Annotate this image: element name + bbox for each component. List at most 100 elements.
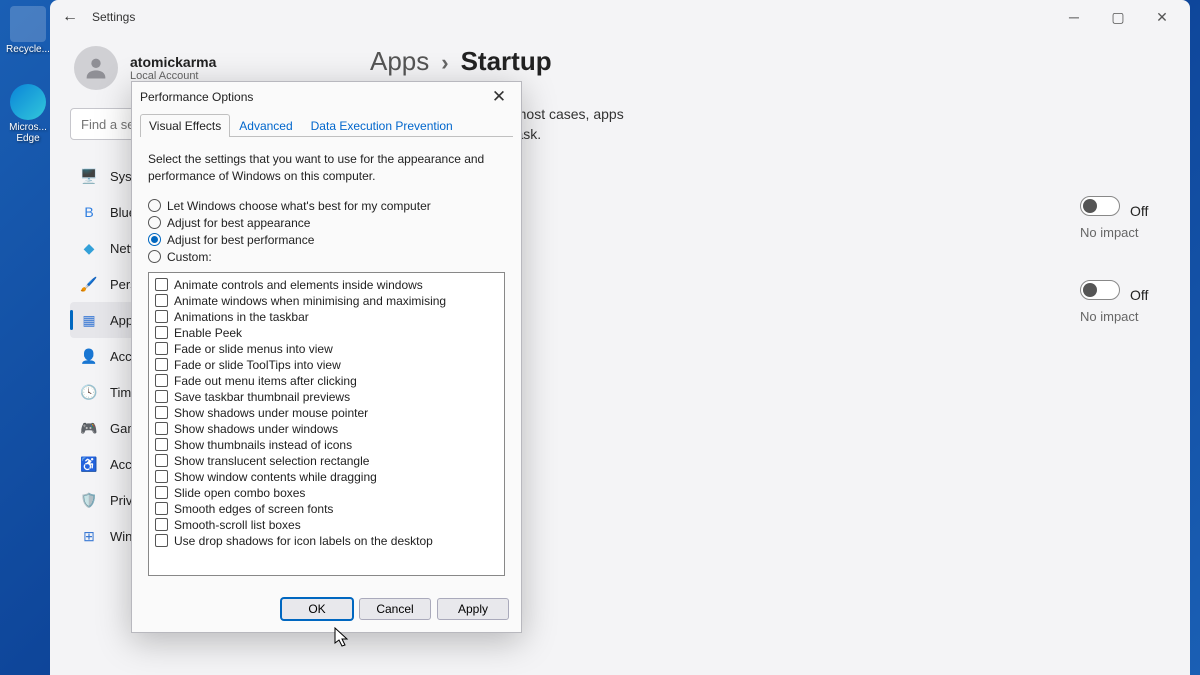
startup-impact: No impact [1080, 225, 1170, 240]
checkbox-icon [155, 454, 168, 467]
cancel-button[interactable]: Cancel [359, 598, 431, 620]
radio-option[interactable]: Let Windows choose what's best for my co… [148, 199, 505, 213]
checkbox-option[interactable]: Fade out menu items after clicking [155, 373, 498, 389]
startup-toggle[interactable] [1080, 196, 1120, 216]
tab-data-execution-prevention[interactable]: Data Execution Prevention [302, 114, 462, 137]
close-button[interactable]: ✕ [1140, 2, 1184, 32]
ok-button[interactable]: OK [281, 598, 353, 620]
startup-toggle[interactable] [1080, 280, 1120, 300]
checkbox-option[interactable]: Show window contents while dragging [155, 469, 498, 485]
nav-icon: ♿ [80, 455, 98, 473]
checkbox-label: Animate windows when minimising and maxi… [174, 294, 446, 308]
checkbox-icon [155, 342, 168, 355]
checkbox-icon [155, 390, 168, 403]
radio-option[interactable]: Custom: [148, 250, 505, 264]
nav-icon: ▦ [80, 311, 98, 329]
nav-icon: 🖥️ [80, 167, 98, 185]
nav-icon: 🎮 [80, 419, 98, 437]
checkbox-option[interactable]: Use drop shadows for icon labels on the … [155, 533, 498, 549]
maximize-button[interactable]: ▢ [1096, 2, 1140, 32]
checkbox-label: Show shadows under mouse pointer [174, 406, 368, 420]
desktop-icon-label: Micros... Edge [3, 122, 53, 144]
checkbox-icon [155, 438, 168, 451]
dialog-title: Performance Options [140, 90, 253, 104]
checkbox-icon [155, 294, 168, 307]
checkbox-icon [155, 422, 168, 435]
dialog-close-button[interactable]: ✕ [485, 85, 513, 109]
checkbox-icon [155, 470, 168, 483]
checkbox-option[interactable]: Smooth-scroll list boxes [155, 517, 498, 533]
back-button[interactable]: ← [56, 3, 84, 31]
checkbox-label: Fade out menu items after clicking [174, 374, 357, 388]
checkbox-label: Animations in the taskbar [174, 310, 309, 324]
nav-icon: 🛡️ [80, 491, 98, 509]
tab-advanced[interactable]: Advanced [230, 114, 301, 137]
checkbox-label: Fade or slide menus into view [174, 342, 333, 356]
checkbox-option[interactable]: Show shadows under windows [155, 421, 498, 437]
checkbox-label: Show translucent selection rectangle [174, 454, 369, 468]
radio-option[interactable]: Adjust for best performance [148, 233, 505, 247]
radio-label: Adjust for best performance [167, 233, 314, 247]
checkbox-option[interactable]: Show shadows under mouse pointer [155, 405, 498, 421]
nav-icon: 🕓 [80, 383, 98, 401]
checkbox-icon [155, 326, 168, 339]
checkbox-icon [155, 374, 168, 387]
nav-icon: B [80, 203, 98, 221]
recycle-bin-icon [10, 6, 46, 42]
checkbox-label: Use drop shadows for icon labels on the … [174, 534, 433, 548]
toggle-state-label: Off [1130, 203, 1148, 219]
radio-label: Custom: [167, 250, 212, 264]
checkbox-icon [155, 310, 168, 323]
radio-icon [148, 250, 161, 263]
toggle-state-label: Off [1130, 287, 1148, 303]
desktop-icon-recycle[interactable]: Recycle... [3, 6, 53, 55]
settings-titlebar: ← Settings ─ ▢ ✕ [50, 0, 1190, 34]
checkbox-option[interactable]: Save taskbar thumbnail previews [155, 389, 498, 405]
user-name: atomickarma [130, 54, 216, 70]
radio-icon [148, 199, 161, 212]
checkbox-option[interactable]: Animate windows when minimising and maxi… [155, 293, 498, 309]
checkbox-option[interactable]: Show thumbnails instead of icons [155, 437, 498, 453]
apply-button[interactable]: Apply [437, 598, 509, 620]
avatar [74, 46, 118, 90]
breadcrumb: Apps › Startup [370, 46, 1170, 77]
radio-icon [148, 233, 161, 246]
edge-icon [10, 84, 46, 120]
nav-icon: ⊞ [80, 527, 98, 545]
checkbox-icon [155, 406, 168, 419]
desktop-icon-edge[interactable]: Micros... Edge [3, 84, 53, 144]
checkbox-option[interactable]: Show translucent selection rectangle [155, 453, 498, 469]
checkbox-option[interactable]: Animate controls and elements inside win… [155, 277, 498, 293]
visual-effects-list[interactable]: Animate controls and elements inside win… [148, 272, 505, 576]
startup-impact: No impact [1080, 309, 1170, 324]
minimize-button[interactable]: ─ [1052, 2, 1096, 32]
checkbox-icon [155, 518, 168, 531]
checkbox-label: Save taskbar thumbnail previews [174, 390, 350, 404]
checkbox-label: Slide open combo boxes [174, 486, 305, 500]
breadcrumb-current: Startup [461, 46, 552, 77]
window-title: Settings [92, 10, 135, 24]
checkbox-label: Enable Peek [174, 326, 242, 340]
checkbox-icon [155, 534, 168, 547]
tab-visual-effects[interactable]: Visual Effects [140, 114, 230, 137]
checkbox-option[interactable]: Smooth edges of screen fonts [155, 501, 498, 517]
dialog-titlebar[interactable]: Performance Options ✕ [132, 82, 521, 112]
nav-icon: 🖌️ [80, 275, 98, 293]
radio-option[interactable]: Adjust for best appearance [148, 216, 505, 230]
dialog-description: Select the settings that you want to use… [148, 151, 505, 185]
checkbox-label: Show window contents while dragging [174, 470, 377, 484]
checkbox-option[interactable]: Animations in the taskbar [155, 309, 498, 325]
checkbox-option[interactable]: Fade or slide menus into view [155, 341, 498, 357]
checkbox-label: Show shadows under windows [174, 422, 338, 436]
nav-icon: ◆ [80, 239, 98, 257]
dialog-tabs: Visual EffectsAdvancedData Execution Pre… [132, 114, 521, 137]
breadcrumb-parent[interactable]: Apps [370, 46, 429, 77]
radio-label: Let Windows choose what's best for my co… [167, 199, 431, 213]
checkbox-option[interactable]: Slide open combo boxes [155, 485, 498, 501]
checkbox-label: Animate controls and elements inside win… [174, 278, 423, 292]
radio-icon [148, 216, 161, 229]
checkbox-option[interactable]: Enable Peek [155, 325, 498, 341]
checkbox-label: Fade or slide ToolTips into view [174, 358, 341, 372]
checkbox-option[interactable]: Fade or slide ToolTips into view [155, 357, 498, 373]
chevron-right-icon: › [441, 50, 448, 76]
